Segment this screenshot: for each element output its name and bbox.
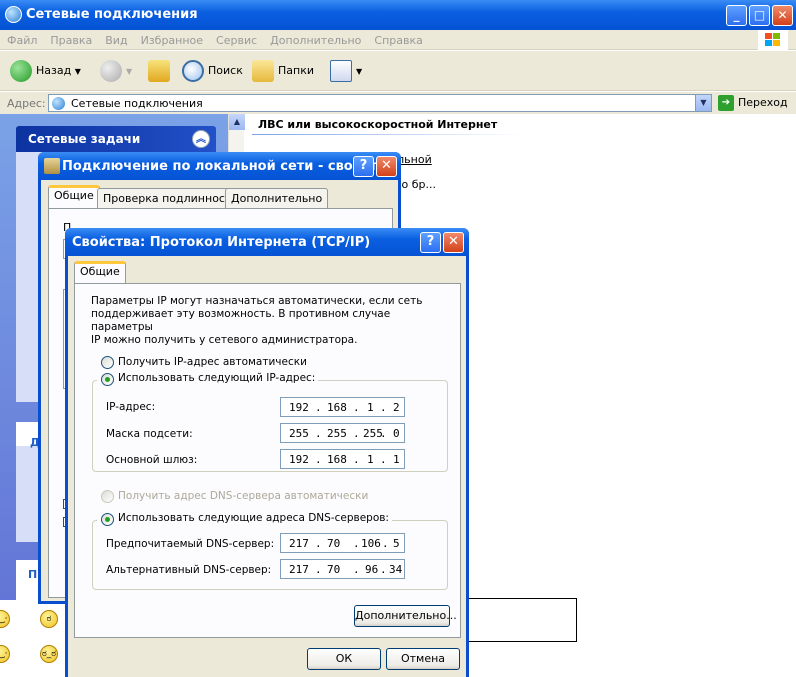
description-text: Параметры IP могут назначаться автоматич… [91, 295, 423, 346]
group-divider [252, 134, 522, 135]
menu-bar: Файл Правка Вид Избранное Сервис Дополнительн… [0, 30, 796, 50]
lan-dialog-titlebar[interactable]: Подключение по локальной сети - свойства… [38, 152, 401, 180]
alternate-dns-input[interactable]: 217. 70. 96. 34 [280, 559, 405, 579]
ip-auto-radio[interactable] [101, 356, 114, 369]
dns-auto-label[interactable]: Получить адрес DNS-сервера автоматически [118, 490, 368, 503]
dns-manual-label[interactable]: Использовать следующие адреса DNS-сервер… [118, 512, 392, 525]
toolbar: Назад ▼ ▼ Поиск Папки ▼ [0, 51, 796, 91]
ip-address-input[interactable]: 192. 168. 1. 2 [280, 397, 405, 417]
folders-icon [252, 60, 274, 82]
address-input[interactable]: Сетевые подключения ▼ [48, 94, 712, 112]
tab-general[interactable]: Общие [48, 185, 100, 208]
up-button[interactable] [148, 59, 174, 83]
address-label: Адрес: [7, 97, 46, 110]
gateway-label: Основной шлюз: [106, 454, 198, 466]
close-icon[interactable]: ✕ [443, 232, 464, 253]
menu-view[interactable]: Вид [98, 30, 133, 47]
windows-logo-icon [758, 30, 788, 50]
dns-manual-radio[interactable] [101, 513, 114, 526]
tab-authentication[interactable]: Проверка подлинности [97, 188, 245, 208]
address-dropdown-button[interactable]: ▼ [695, 95, 711, 111]
tcpip-properties-dialog: Свойства: Протокол Интернета (TCP/IP) ? … [65, 228, 469, 677]
back-arrow-icon [10, 60, 32, 82]
go-button[interactable]: ➔ Переход [718, 95, 788, 111]
subnet-mask-label: Маска подсети: [106, 428, 193, 440]
back-button[interactable]: Назад ▼ [10, 59, 81, 83]
tab-general[interactable]: Общие [74, 261, 126, 284]
window-titlebar[interactable]: Сетевые подключения _ □ ✕ [0, 0, 796, 30]
tcpip-general-pane: Параметры IP могут назначаться автоматич… [74, 283, 461, 638]
menu-help[interactable]: Справка [367, 30, 428, 47]
menu-favorites[interactable]: Избранное [134, 30, 209, 47]
preferred-dns-input[interactable]: 217. 70. 106. 5 [280, 533, 405, 553]
tcpip-dialog-titlebar[interactable]: Свойства: Протокол Интернета (TCP/IP) ? … [65, 228, 469, 256]
advanced-button[interactable]: Дополнительно... [354, 605, 457, 627]
cancel-button[interactable]: Отмена [386, 648, 460, 670]
window-title: Сетевые подключения [26, 7, 198, 22]
close-icon[interactable]: ✕ [772, 5, 793, 26]
network-tasks-header[interactable]: Сетевые задачи ︽ [16, 126, 216, 152]
dns-auto-radio[interactable] [101, 490, 114, 503]
folders-button[interactable]: Папки [252, 59, 314, 83]
close-icon[interactable]: ✕ [376, 156, 397, 177]
gateway-input[interactable]: 192. 168. 1. 1 [280, 449, 405, 469]
forward-arrow-icon [100, 60, 122, 82]
help-icon[interactable]: ? [353, 156, 374, 177]
network-connections-icon [52, 97, 65, 110]
subnet-mask-input[interactable]: 255. 255. 255. 0 [280, 423, 405, 443]
minimize-icon[interactable]: _ [726, 5, 747, 26]
group-title: ЛВС или высокоскоростной Интернет [258, 118, 498, 131]
views-button[interactable]: ▼ [330, 59, 362, 83]
ip-manual-radio[interactable] [101, 373, 114, 386]
search-icon [182, 60, 204, 82]
menu-file[interactable]: Файл [0, 30, 43, 47]
alternate-dns-label: Альтернативный DNS-сервер: [106, 564, 272, 576]
address-bar: Адрес: Сетевые подключения ▼ ➔ Переход [0, 92, 796, 114]
panel-partial-letter: П [28, 568, 38, 581]
go-arrow-icon: ➔ [718, 95, 734, 111]
views-icon [330, 60, 352, 82]
network-adapter-icon [44, 158, 60, 174]
up-folder-icon [148, 60, 170, 82]
search-button[interactable]: Поиск [182, 59, 243, 83]
menu-edit[interactable]: Правка [43, 30, 98, 47]
ip-auto-label[interactable]: Получить IP-адрес автоматически [118, 356, 307, 369]
dns-group [92, 520, 448, 590]
menu-tools[interactable]: Сервис [209, 30, 263, 47]
scroll-up-button[interactable]: ▲ [229, 114, 245, 130]
network-connections-icon [5, 6, 22, 23]
tab-advanced[interactable]: Дополнительно [225, 188, 329, 208]
help-icon[interactable]: ? [420, 232, 441, 253]
smiley-icon[interactable]: ಠ [40, 610, 58, 628]
forward-button[interactable]: ▼ [100, 59, 132, 83]
smiley-icon[interactable]: ಠ_ಠ [40, 645, 58, 663]
ip-address-label: IP-адрес: [106, 401, 156, 413]
blank-box [465, 598, 577, 642]
chevron-up-icon[interactable]: ︽ [192, 130, 210, 148]
maximize-icon[interactable]: □ [749, 5, 770, 26]
ip-manual-label[interactable]: Использовать следующий IP-адрес: [118, 372, 319, 385]
ok-button[interactable]: ОК [307, 648, 381, 670]
menu-advanced[interactable]: Дополнительно [263, 30, 367, 47]
preferred-dns-label: Предпочитаемый DNS-сервер: [106, 538, 275, 550]
